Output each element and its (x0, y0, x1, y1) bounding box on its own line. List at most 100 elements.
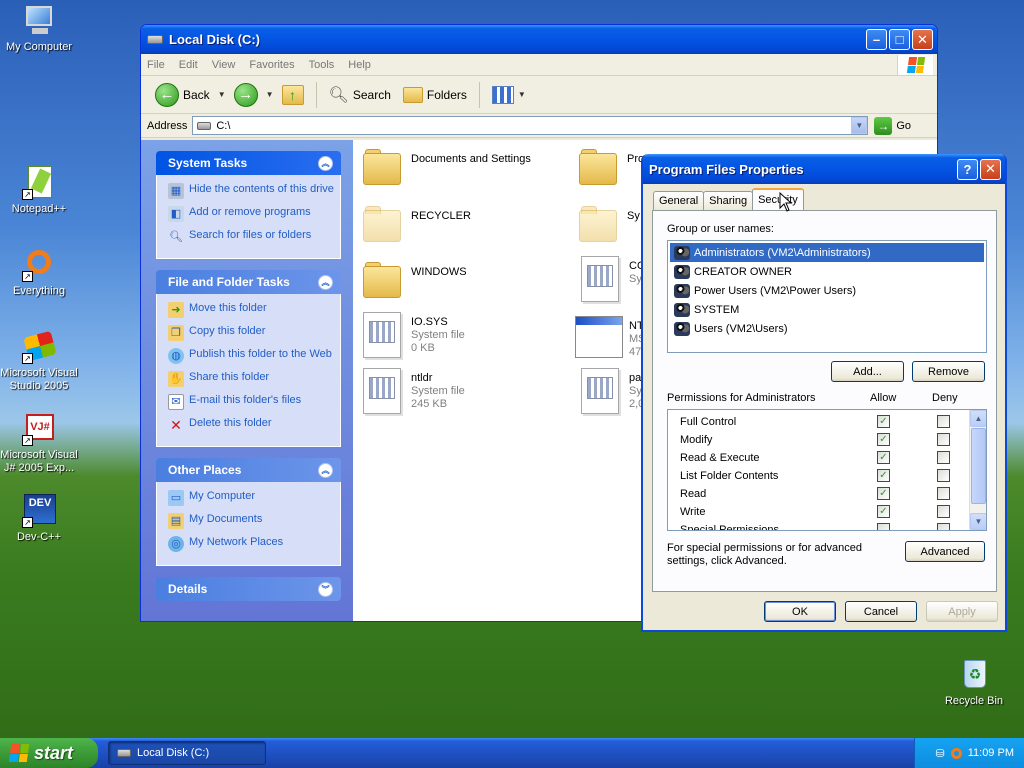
file-item[interactable]: RECYCLER (363, 206, 471, 242)
desktop-icon-dev-cpp[interactable]: DEV ↗ Dev-C++ (0, 494, 78, 544)
task-search-files[interactable]: 🔍︎ Search for files or folders (168, 229, 334, 245)
help-button[interactable]: ? (957, 158, 978, 180)
file-item[interactable]: Documents and Settings (363, 149, 531, 185)
task-share-folder[interactable]: ✋ Share this folder (168, 371, 334, 387)
permission-label: Full Control (680, 416, 737, 428)
place-my-computer[interactable]: ▭ My Computer (168, 490, 334, 506)
permission-allow-checkbox[interactable]: ✓ (877, 505, 890, 518)
go-button[interactable]: → Go (874, 116, 911, 135)
permission-allow-checkbox[interactable]: ✓ (877, 487, 890, 500)
user-row[interactable]: Power Users (VM2\Power Users) (670, 281, 984, 300)
apply-button[interactable]: Apply (926, 601, 998, 622)
file-item[interactable]: WINDOWS (363, 262, 467, 298)
menu-edit[interactable]: Edit (179, 59, 198, 71)
desktop-icon-everything[interactable]: ↗ Everything (0, 248, 78, 298)
task-publish-folder[interactable]: ◍ Publish this folder to the Web (168, 348, 334, 364)
tab-sharing[interactable]: Sharing (703, 191, 754, 210)
file-item[interactable]: CO Sy (581, 256, 646, 302)
permission-allow-checkbox[interactable] (877, 523, 890, 530)
task-email-folder[interactable]: ✉ E-mail this folder's files (168, 394, 334, 410)
other-places-header[interactable]: Other Places ︽ (156, 458, 341, 482)
permission-allow-checkbox[interactable]: ✓ (877, 469, 890, 482)
details-header[interactable]: Details ︾ (156, 577, 341, 601)
task-move-folder[interactable]: ➜ Move this folder (168, 302, 334, 318)
taskbar-item-local-disk[interactable]: Local Disk (C:) (108, 741, 266, 765)
collapse-chevron-icon[interactable]: ︽ (318, 155, 333, 171)
maximize-button[interactable]: □ (889, 29, 910, 50)
cancel-button[interactable]: Cancel (845, 601, 917, 622)
address-dropdown-icon[interactable]: ▼ (851, 117, 868, 134)
menu-favorites[interactable]: Favorites (249, 59, 294, 71)
back-arrow-icon: ← (155, 82, 179, 107)
folders-button[interactable]: Folders (399, 85, 471, 105)
file-item[interactable]: pa Sy 2,0 (581, 368, 644, 414)
collapse-chevron-icon[interactable]: ︽ (318, 274, 333, 290)
menu-help[interactable]: Help (348, 59, 371, 71)
system-file-icon (363, 312, 401, 358)
file-item[interactable]: NT MS 47 (575, 316, 646, 359)
user-row[interactable]: Users (VM2\Users) (670, 319, 984, 338)
collapse-chevron-icon[interactable]: ︽ (318, 462, 333, 478)
file-folder-tasks-header[interactable]: File and Folder Tasks ︽ (156, 270, 341, 294)
permission-deny-checkbox[interactable] (937, 433, 950, 446)
explorer-titlebar[interactable]: Local Disk (C:) – □ ✕ (141, 25, 937, 54)
desktop-icon-notepadpp[interactable]: ↗ Notepad++ (0, 166, 78, 216)
file-item[interactable]: Sy (579, 206, 640, 242)
users-listbox[interactable]: Administrators (VM2\Administrators) CREA… (667, 240, 987, 353)
advanced-button[interactable]: Advanced (905, 541, 985, 562)
group-users-label: Group or user names: (667, 223, 774, 235)
hide-contents-icon: ▦ (168, 183, 184, 199)
forward-dropdown-icon[interactable]: ▼ (266, 90, 274, 99)
desktop-icon-my-computer[interactable]: My Computer (0, 4, 78, 54)
task-copy-folder[interactable]: ❐ Copy this folder (168, 325, 334, 341)
dialog-close-button[interactable]: ✕ (980, 158, 1001, 180)
permission-allow-checkbox[interactable]: ✓ (877, 451, 890, 464)
views-button[interactable]: ▼ (488, 84, 530, 106)
file-item[interactable]: IO.SYS System file 0 KB (363, 312, 465, 358)
up-button[interactable]: ↑ (278, 83, 308, 107)
network-tray-icon[interactable]: ⛁ (936, 747, 945, 760)
user-row[interactable]: SYSTEM (670, 300, 984, 319)
forward-button[interactable]: → (230, 81, 262, 109)
shortcut-arrow-icon: ↗ (22, 435, 33, 446)
place-my-network-places[interactable]: ◎ My Network Places (168, 536, 334, 552)
user-row[interactable]: Administrators (VM2\Administrators) (670, 243, 984, 262)
dialog-titlebar[interactable]: Program Files Properties ? ✕ (643, 154, 1005, 184)
desktop-icon-visual-jsharp[interactable]: VJ# ↗ Microsoft Visual J# 2005 Exp... (0, 412, 78, 475)
menu-tools[interactable]: Tools (309, 59, 335, 71)
system-tasks-header[interactable]: System Tasks ︽ (156, 151, 341, 175)
task-delete-folder[interactable]: ✕ Delete this folder (168, 417, 334, 433)
desktop-icon-visual-studio[interactable]: ↗ Microsoft Visual Studio 2005 (0, 330, 78, 393)
permission-deny-checkbox[interactable] (937, 451, 950, 464)
permission-allow-checkbox[interactable]: ✓ (877, 415, 890, 428)
task-add-remove-programs[interactable]: ◧ Add or remove programs (168, 206, 334, 222)
permission-deny-checkbox[interactable] (937, 505, 950, 518)
permission-allow-checkbox[interactable]: ✓ (877, 433, 890, 446)
add-button[interactable]: Add... (831, 361, 904, 382)
menu-file[interactable]: File (147, 59, 165, 71)
tab-general[interactable]: General (653, 191, 705, 210)
ok-button[interactable]: OK (764, 601, 836, 622)
permission-deny-checkbox[interactable] (937, 415, 950, 428)
tab-security[interactable]: Security (752, 188, 804, 210)
desktop-icon-recycle-bin[interactable]: ♻ Recycle Bin (935, 658, 1013, 708)
start-button[interactable]: start (0, 738, 98, 768)
everything-tray-icon[interactable] (950, 747, 962, 759)
task-hide-drive-contents[interactable]: ▦ Hide the contents of this drive (168, 183, 334, 199)
permission-deny-checkbox[interactable] (937, 523, 950, 530)
permission-deny-checkbox[interactable] (937, 487, 950, 500)
remove-button[interactable]: Remove (912, 361, 985, 382)
place-my-documents[interactable]: ▤ My Documents (168, 513, 334, 529)
minimize-button[interactable]: – (866, 29, 887, 50)
expand-chevron-icon[interactable]: ︾ (318, 581, 333, 597)
user-row[interactable]: CREATOR OWNER (670, 262, 984, 281)
permission-deny-checkbox[interactable] (937, 469, 950, 482)
menu-view[interactable]: View (212, 59, 236, 71)
back-button[interactable]: ← Back (151, 81, 214, 109)
file-item[interactable]: ntldr System file 245 KB (363, 368, 465, 414)
file-item[interactable]: Pro (579, 149, 644, 185)
search-button[interactable]: 🔍︎ Search (325, 83, 395, 107)
address-input[interactable]: C:\ ▼ (192, 116, 869, 135)
back-dropdown-icon[interactable]: ▼ (218, 90, 226, 99)
close-button[interactable]: ✕ (912, 29, 933, 50)
